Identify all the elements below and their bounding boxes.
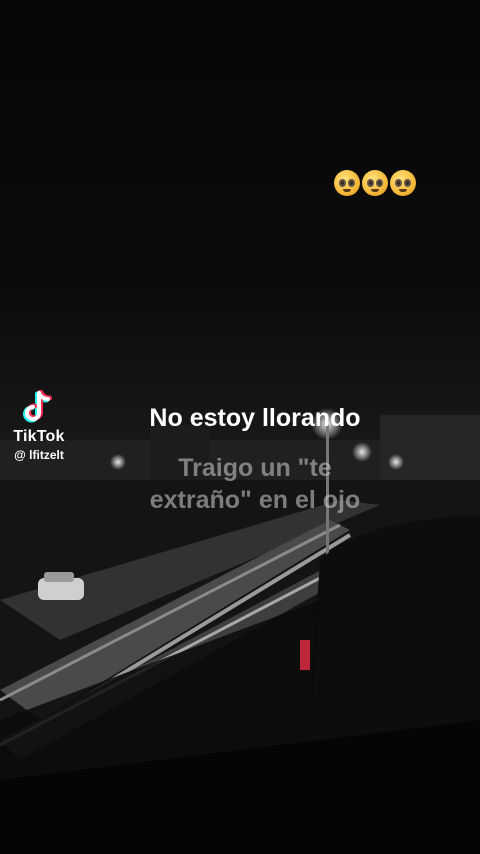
caption-secondary: Traigo un "te extraño" en el ojo [0, 452, 480, 516]
pleading-face-icon [390, 170, 416, 196]
video-frame[interactable]: TikTok @ lfitzelt No estoy llorando Trai… [0, 0, 480, 854]
pleading-face-icon [362, 170, 388, 196]
pleading-face-icon [334, 170, 360, 196]
pleading-face-emojis [334, 170, 416, 198]
caption-primary: No estoy llorando [149, 404, 361, 432]
caption-secondary-line2: extraño" en el ojo [149, 486, 361, 514]
caption-secondary-line1: Traigo un "te [178, 454, 332, 482]
